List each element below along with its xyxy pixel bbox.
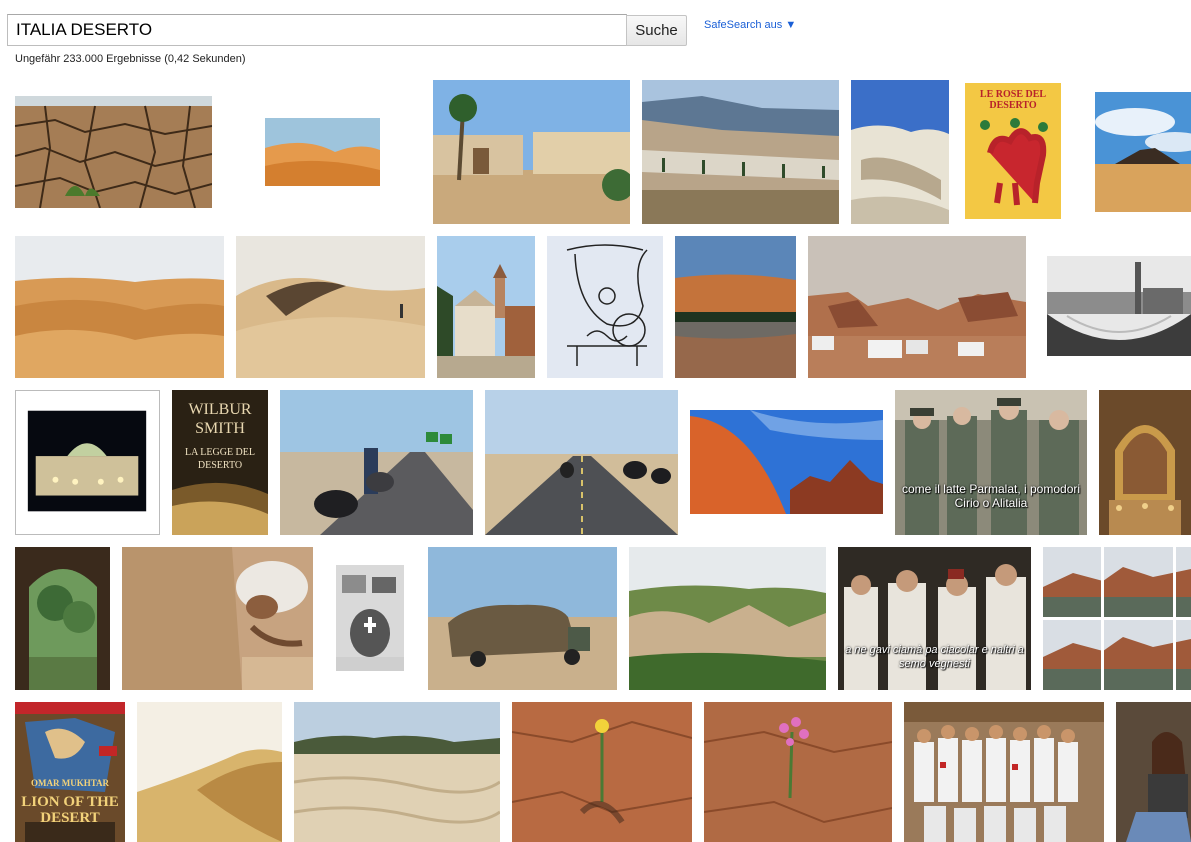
result-stats: Ungefähr 233.000 Ergebnisse (0,42 Sekund…	[15, 53, 246, 65]
image-result-single-dune[interactable]	[137, 702, 282, 842]
image-result-road-bikers[interactable]	[485, 390, 678, 535]
chevron-down-icon: ▼	[785, 19, 797, 31]
image-result-siena-piazza[interactable]	[1047, 256, 1191, 356]
image-result-oasis-reflection[interactable]	[675, 236, 796, 378]
search-input[interactable]	[7, 14, 627, 46]
image-result-pink-flower[interactable]	[704, 702, 892, 842]
safesearch-menu[interactable]: SafeSearch aus ▼	[704, 19, 796, 31]
search-button[interactable]: Suche	[626, 15, 687, 46]
image-result-motorcycle-road[interactable]	[280, 390, 473, 535]
image-result-woman-portrait[interactable]	[1116, 702, 1191, 842]
image-result-overloaded-truck[interactable]	[428, 547, 617, 690]
image-result-lion-desert-dvd[interactable]: OMAR MUKHTAR LION OF THE DESERT	[15, 702, 125, 842]
safesearch-label: SafeSearch aus	[704, 19, 783, 31]
image-result-orange-dune[interactable]	[265, 118, 380, 186]
image-result-sahara-dunes[interactable]	[15, 236, 224, 378]
image-result-yellow-flower[interactable]	[512, 702, 692, 842]
image-result-postcard[interactable]	[336, 565, 404, 671]
image-result-garden-arch[interactable]	[15, 547, 110, 690]
image-result-parmalat-scene[interactable]: come il latte Parmalat, i pomodori Cirio…	[895, 390, 1087, 535]
image-result-white-canyon[interactable]	[851, 80, 949, 224]
image-result-group-photo[interactable]	[904, 702, 1104, 842]
image-result-wilbur-smith-book[interactable]: WILBUR SMITH LA LEGGE DEL DESERTO	[172, 390, 268, 535]
image-result-man-drinking[interactable]	[122, 547, 313, 690]
image-result-church-altar[interactable]	[1099, 390, 1191, 535]
image-result-hills-cypress[interactable]	[642, 80, 839, 224]
image-result-red-rock[interactable]	[690, 410, 883, 514]
image-result-church-tower[interactable]	[437, 236, 535, 378]
image-result-mesa-sky[interactable]	[1095, 92, 1191, 212]
image-result-vegnesti-scene[interactable]: a ne gavi ciamà pa ciacolar e naltri a s…	[838, 547, 1031, 690]
image-result-vatican-night[interactable]	[15, 390, 160, 535]
image-result-rose-deserto-poster[interactable]: LE ROSE DEL DESERTO	[965, 83, 1061, 219]
image-result-desert-jeeps[interactable]	[808, 236, 1026, 378]
image-result-iron-sign-sketch[interactable]	[547, 236, 663, 378]
image-result-desert-village[interactable]	[433, 80, 630, 224]
image-result-mountain-grid[interactable]	[1043, 547, 1191, 690]
image-result-dune-walker[interactable]	[236, 236, 425, 378]
image-result-cracked-earth[interactable]	[15, 96, 212, 208]
image-result-badlands[interactable]	[629, 547, 826, 690]
image-result-beach-dunes[interactable]	[294, 702, 500, 842]
